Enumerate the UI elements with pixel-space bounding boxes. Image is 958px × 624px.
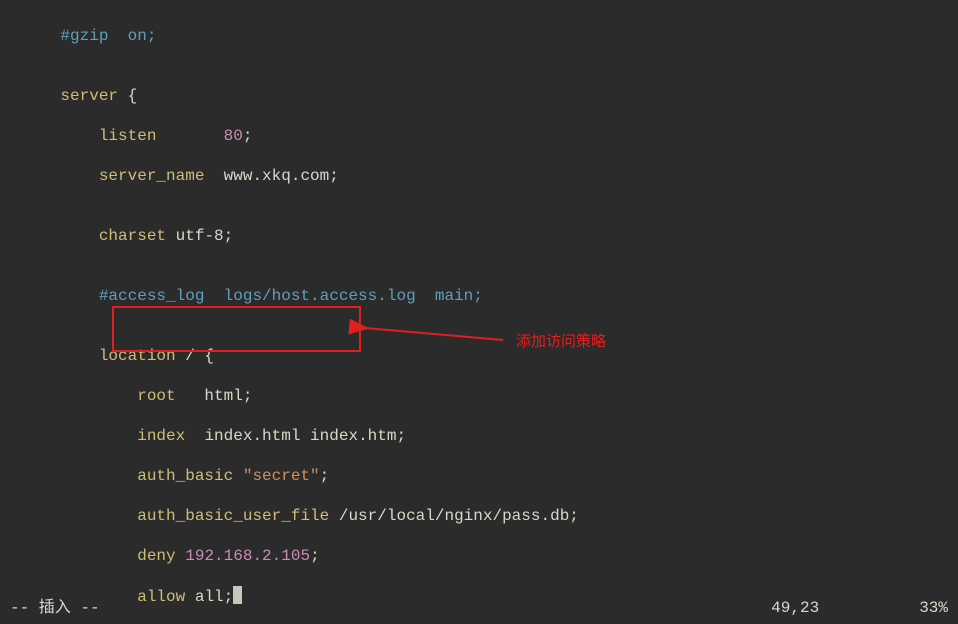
vim-status-bar: -- 插入 -- 49,23 33% bbox=[0, 598, 958, 618]
code-line: #gzip on; bbox=[22, 26, 958, 46]
code-line: #access_log logs/host.access.log main; bbox=[22, 286, 958, 306]
code-line: charset utf-8; bbox=[22, 226, 958, 246]
vim-cursor-position: 49,23 bbox=[771, 598, 819, 618]
code-line: auth_basic "secret"; bbox=[22, 466, 958, 486]
code-line: index index.html index.htm; bbox=[22, 426, 958, 446]
code-line: root html; bbox=[22, 386, 958, 406]
code-line: server { bbox=[22, 86, 958, 106]
code-line: auth_basic_user_file /usr/local/nginx/pa… bbox=[22, 506, 958, 526]
code-line: listen 80; bbox=[22, 126, 958, 146]
code-line: server_name www.xkq.com; bbox=[22, 166, 958, 186]
vim-scroll-percent: 33% bbox=[919, 598, 948, 618]
code-line: deny 192.168.2.105; bbox=[22, 546, 958, 566]
annotation-highlight-box bbox=[112, 306, 361, 352]
vim-mode-indicator: -- 插入 -- bbox=[10, 598, 100, 618]
annotation-label: 添加访问策略 bbox=[516, 332, 606, 352]
